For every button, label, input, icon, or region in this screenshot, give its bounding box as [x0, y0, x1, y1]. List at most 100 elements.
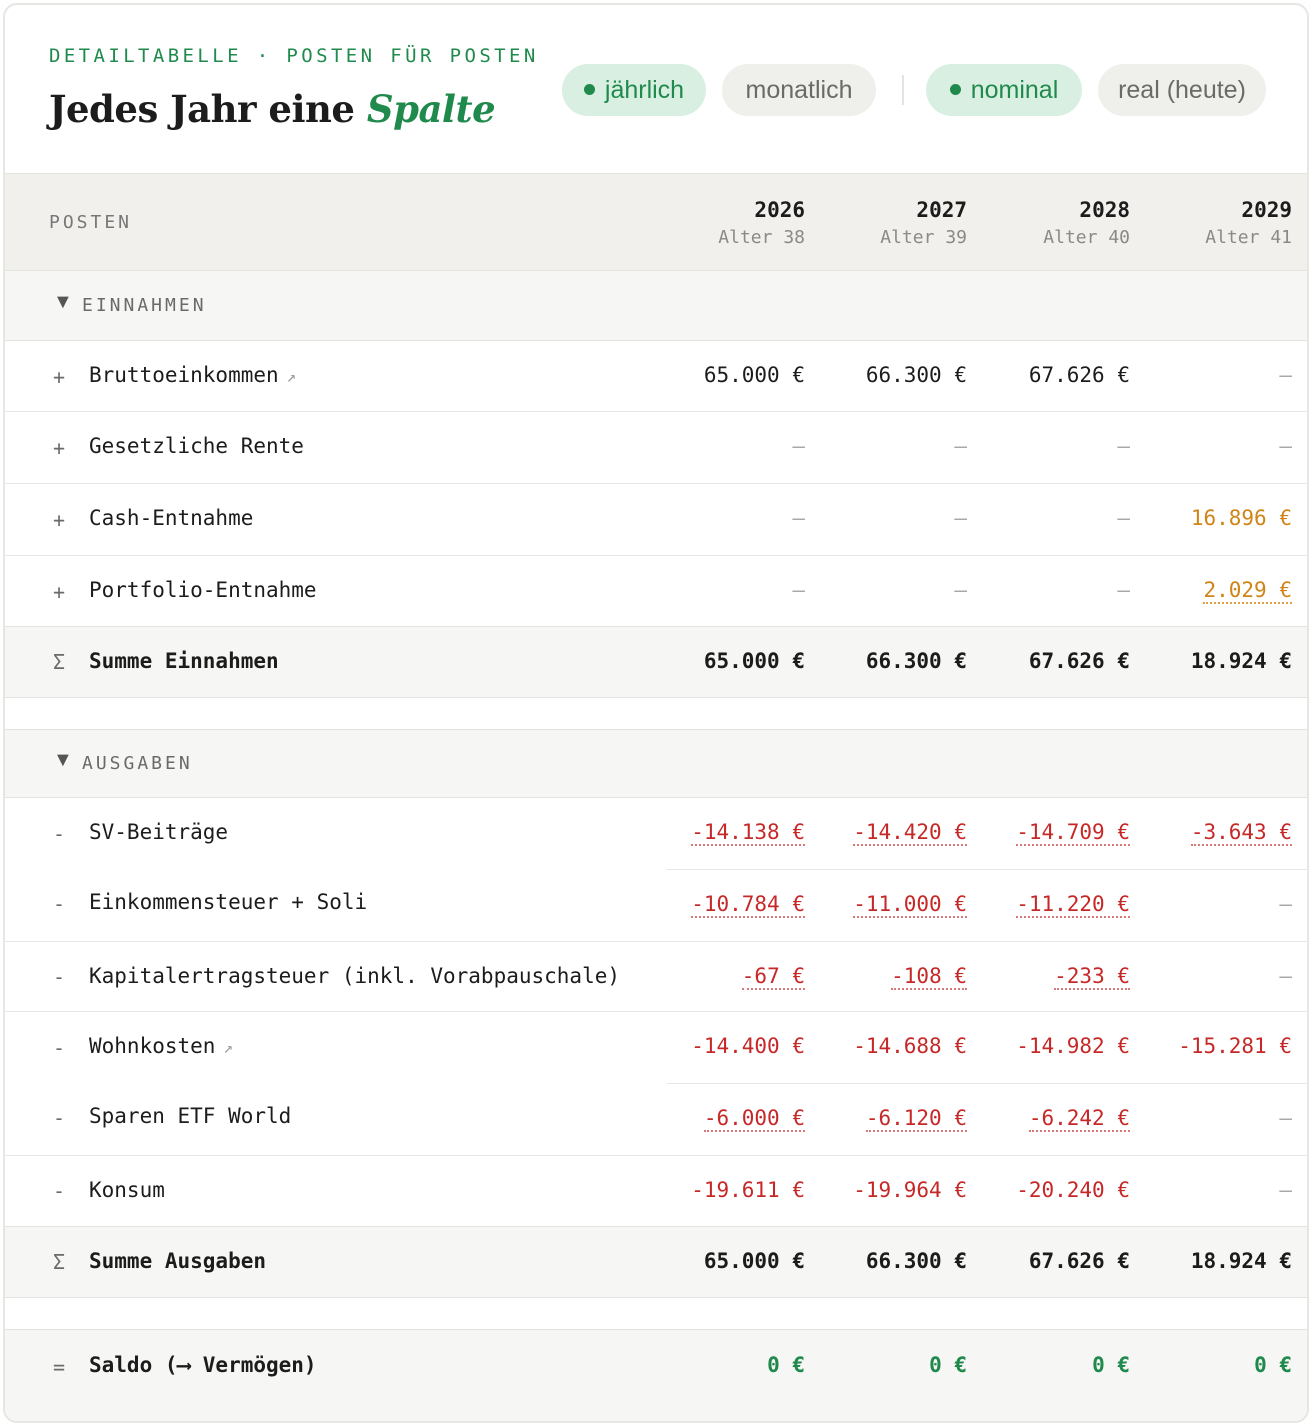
value-cell-text: -11.220 €: [1016, 892, 1130, 918]
year-label: 2029: [1241, 198, 1292, 222]
row-sign: -: [53, 822, 66, 846]
value-cell: 66.300 €: [865, 363, 967, 387]
value-cell[interactable]: -3.643 €: [1122, 820, 1292, 846]
column-header-2028: 2028 Alter 40: [990, 196, 1130, 252]
value-cell: —: [792, 506, 805, 530]
section-header-ausgaben[interactable]: ▼ AUSGABEN: [5, 729, 1307, 798]
value-cell: -14.688 €: [853, 1034, 967, 1058]
value-cell: -19.611 €: [691, 1178, 805, 1202]
row-label-text: Wohnkosten: [89, 1034, 216, 1058]
toggle-jaehrlich-label: jährlich: [604, 76, 685, 104]
value-cell: 0 €: [1254, 1353, 1292, 1377]
table-row-einkommensteuer: - Einkommensteuer + Soli -10.784 € -11.0…: [5, 870, 1307, 942]
external-link-arrow-icon[interactable]: ↗: [223, 1038, 233, 1057]
value-cell: -20.240 €: [1016, 1178, 1130, 1202]
value-cell[interactable]: -14.709 €: [960, 820, 1130, 846]
value-cell[interactable]: -10.784 €: [635, 892, 805, 918]
section-title: AUSGABEN: [82, 753, 193, 774]
value-cell: 16.896 €: [1190, 506, 1292, 530]
value-cell[interactable]: -14.420 €: [797, 820, 967, 846]
sum-sigma-icon: Σ: [53, 1250, 66, 1274]
section-header-einnahmen[interactable]: ▼ EINNAHMEN: [5, 271, 1307, 341]
value-cell: —: [792, 578, 805, 602]
value-cell: 0 €: [929, 1353, 967, 1377]
value-cell: —: [1279, 1106, 1292, 1130]
toggle-monatlich-label: monatlich: [745, 76, 853, 104]
value-cell: 66.300 €: [865, 649, 967, 673]
row-label[interactable]: Wohnkosten ↗: [89, 1034, 233, 1058]
row-label[interactable]: Bruttoeinkommen ↗: [89, 363, 296, 387]
row-sign: -: [53, 892, 66, 916]
row-label: Gesetzliche Rente: [89, 434, 304, 458]
value-cell: —: [1279, 964, 1292, 988]
value-cell: 65.000 €: [703, 1249, 805, 1273]
table-row-summe-einnahmen: Σ Summe Einnahmen 65.000 € 66.300 € 67.6…: [5, 626, 1307, 698]
row-sign: -: [53, 1106, 66, 1130]
row-sign: -: [53, 1036, 66, 1060]
value-cell: —: [1279, 363, 1292, 387]
age-label: Alter 38: [718, 227, 805, 248]
row-label: Kapitalertragsteuer (inkl. Vorabpauschal…: [89, 964, 621, 988]
row-label: Portfolio-Entnahme: [89, 578, 317, 602]
row-sign: -: [53, 965, 66, 989]
row-label: Summe Einnahmen: [89, 649, 279, 673]
table-row-summe-ausgaben: Σ Summe Ausgaben 65.000 € 66.300 € 67.62…: [5, 1226, 1307, 1298]
value-cell: 67.626 €: [1028, 363, 1130, 387]
external-link-arrow-icon[interactable]: ↗: [287, 367, 297, 386]
value-cell[interactable]: -233 €: [960, 964, 1130, 990]
value-cell: -19.964 €: [853, 1178, 967, 1202]
row-label: Konsum: [89, 1178, 165, 1202]
value-cell[interactable]: -108 €: [797, 964, 967, 990]
row-sign: +: [53, 580, 66, 604]
collapse-triangle-icon[interactable]: ▼: [53, 291, 73, 314]
page-title: Jedes Jahr eine Spalte: [49, 87, 496, 131]
table-row-wohnkosten: - Wohnkosten ↗ -14.400 € -14.688 € -14.98…: [5, 1012, 1307, 1084]
toggle-monatlich[interactable]: monatlich: [722, 64, 876, 116]
value-cell-text: -108 €: [891, 964, 967, 990]
value-cell-text: -14.709 €: [1016, 820, 1130, 846]
value-cell-text: -233 €: [1054, 964, 1130, 990]
value-cell[interactable]: -11.000 €: [797, 892, 967, 918]
section-spacer: [5, 1298, 1307, 1329]
value-cell[interactable]: -6.120 €: [797, 1106, 967, 1132]
row-sign: +: [53, 436, 66, 460]
value-cell[interactable]: -14.138 €: [635, 820, 805, 846]
table-row-portfolio-entnahme: + Portfolio-Entnahme — — — 2.029 €: [5, 556, 1307, 626]
value-cell: 65.000 €: [703, 649, 805, 673]
value-cell[interactable]: -6.000 €: [635, 1106, 805, 1132]
value-cell: —: [792, 434, 805, 458]
row-sign: +: [53, 508, 66, 532]
sum-sigma-icon: Σ: [53, 650, 66, 674]
row-label: Cash-Entnahme: [89, 506, 254, 530]
value-cell: —: [1279, 434, 1292, 458]
value-cell: —: [1117, 434, 1130, 458]
value-cell-text: -6.120 €: [865, 1106, 967, 1132]
row-label: Einkommensteuer + Soli: [89, 890, 368, 914]
title-accent: Spalte: [366, 87, 496, 131]
year-label: 2028: [1079, 198, 1130, 222]
value-cell-text: -6.000 €: [703, 1106, 805, 1132]
value-cell[interactable]: -67 €: [635, 964, 805, 990]
row-sign: -: [53, 1179, 66, 1203]
toggle-divider: [902, 75, 904, 105]
toggle-real[interactable]: real (heute): [1098, 64, 1266, 116]
value-cell[interactable]: 2.029 €: [1122, 578, 1292, 604]
column-header-2029: 2029 Alter 41: [1152, 196, 1292, 252]
active-dot-icon: [949, 83, 961, 95]
value-cell: —: [1117, 578, 1130, 602]
collapse-triangle-icon[interactable]: ▼: [53, 749, 73, 772]
value-cell-text: -3.643 €: [1190, 820, 1292, 846]
value-cell: —: [954, 578, 967, 602]
value-cell[interactable]: -11.220 €: [960, 892, 1130, 918]
column-header-2027: 2027 Alter 39: [827, 196, 967, 252]
equals-icon: =: [53, 1355, 66, 1379]
toggle-nominal[interactable]: nominal: [926, 64, 1082, 116]
toggle-jaehrlich[interactable]: jährlich: [562, 64, 706, 116]
column-header-posten: POSTEN: [49, 212, 133, 233]
year-label: 2026: [754, 198, 805, 222]
title-main: Jedes Jahr eine: [49, 87, 367, 131]
value-cell[interactable]: -6.242 €: [960, 1106, 1130, 1132]
eyebrow-label: DETAILTABELLE · POSTEN FÜR POSTEN: [49, 45, 539, 67]
value-cell-text: -11.000 €: [853, 892, 967, 918]
value-cell: 18.924 €: [1190, 1249, 1292, 1273]
